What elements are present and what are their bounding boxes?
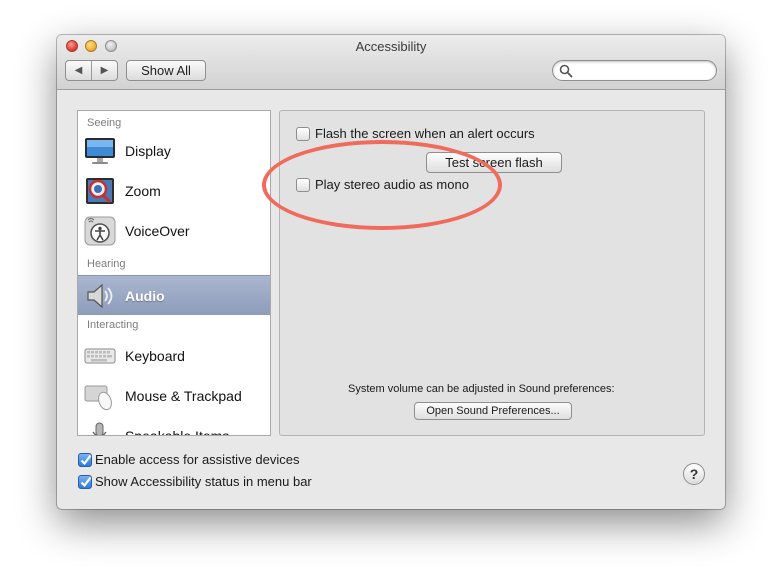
audio-settings-pane: Flash the screen when an alert occurs Te… <box>279 110 705 436</box>
back-forward-control: ◀ ▶ <box>65 60 118 81</box>
help-button[interactable]: ? <box>683 463 705 485</box>
search-icon <box>559 64 573 78</box>
checkmark-icon <box>80 454 92 466</box>
section-heading-hearing: Hearing <box>87 258 126 270</box>
microphone-icon <box>92 422 107 435</box>
sidebar-item-voiceover[interactable]: VoiceOver <box>78 211 270 251</box>
sidebar-item-display[interactable]: Display <box>78 131 270 171</box>
mono-audio-checkbox[interactable] <box>296 178 310 192</box>
checkmark-icon <box>80 476 92 488</box>
category-list: Seeing Display Zoom VoiceOver Hearing Au… <box>77 110 271 436</box>
section-heading-seeing: Seeing <box>87 117 122 129</box>
sidebar-item-label: Keyboard <box>125 348 185 364</box>
back-button[interactable]: ◀ <box>66 61 91 80</box>
show-status-menu-label: Show Accessibility status in menu bar <box>95 474 312 489</box>
sidebar-item-mouse-trackpad[interactable]: Mouse & Trackpad <box>78 376 270 416</box>
enable-assistive-devices-checkbox[interactable] <box>78 453 92 467</box>
voiceover-icon <box>84 216 116 246</box>
sidebar-item-label: Mouse & Trackpad <box>125 388 242 404</box>
sidebar-item-label: Zoom <box>125 183 161 199</box>
show-all-button[interactable]: Show All <box>126 60 206 81</box>
test-screen-flash-button[interactable]: Test screen flash <box>426 152 562 173</box>
sidebar-item-label: Speakable Items <box>125 428 230 436</box>
flash-screen-label: Flash the screen when an alert occurs <box>315 126 535 141</box>
sidebar-item-zoom[interactable]: Zoom <box>78 171 270 211</box>
sidebar-item-audio[interactable]: Audio <box>78 275 270 315</box>
mono-audio-label: Play stereo audio as mono <box>315 177 469 192</box>
open-sound-preferences-button[interactable]: Open Sound Preferences... <box>414 402 572 420</box>
section-heading-interacting: Interacting <box>87 319 139 331</box>
window-title: Accessibility <box>355 39 427 54</box>
search-input[interactable] <box>575 62 711 79</box>
preferences-window: Accessibility ◀ ▶ Show All Seeing Displa… <box>57 35 725 509</box>
sidebar-item-label: Display <box>125 143 171 159</box>
title-bar: Accessibility ◀ ▶ Show All <box>57 35 725 90</box>
speaker-icon <box>87 283 113 309</box>
zoom-icon <box>86 178 114 204</box>
keyboard-icon <box>84 348 116 364</box>
mouse-icon <box>84 385 112 411</box>
volume-note: System volume can be adjusted in Sound p… <box>348 383 615 395</box>
sidebar-item-speakable-items[interactable]: Speakable Items <box>78 416 270 436</box>
display-icon <box>85 138 115 164</box>
search-field[interactable] <box>552 60 717 81</box>
show-status-menu-checkbox[interactable] <box>78 475 92 489</box>
sidebar-item-keyboard[interactable]: Keyboard <box>78 336 270 376</box>
enable-assistive-devices-label: Enable access for assistive devices <box>95 452 300 467</box>
flash-screen-checkbox[interactable] <box>296 127 310 141</box>
sidebar-item-label: VoiceOver <box>125 223 190 239</box>
forward-button[interactable]: ▶ <box>91 61 117 80</box>
sidebar-item-label: Audio <box>125 288 165 304</box>
